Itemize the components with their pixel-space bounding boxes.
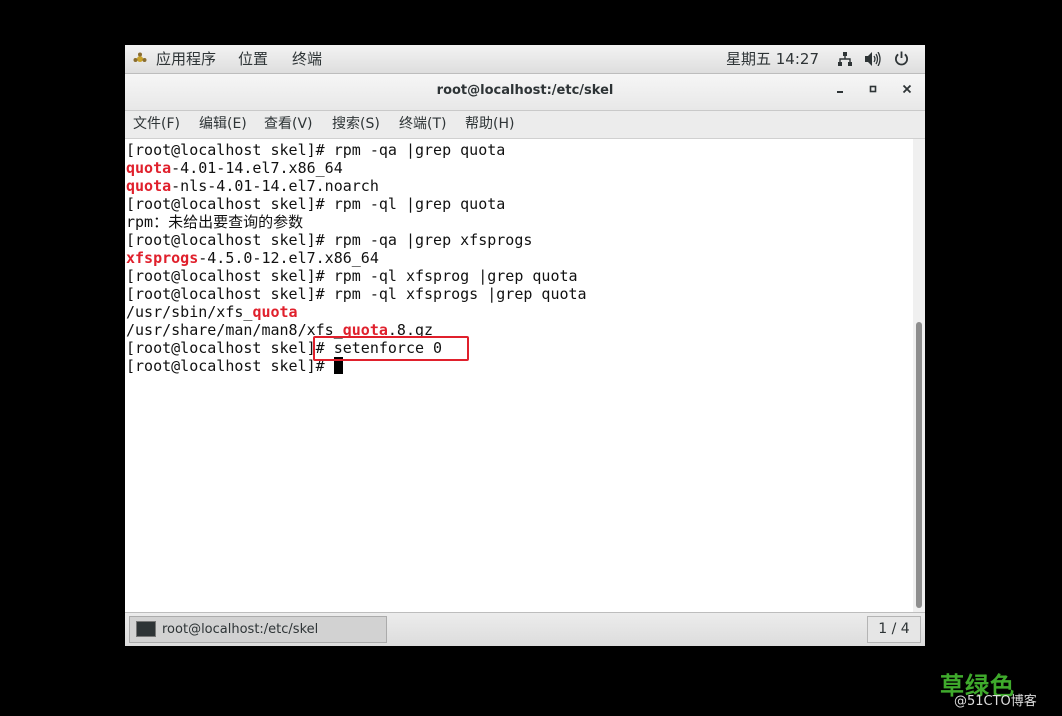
terminal-scrollbar[interactable] [913, 139, 925, 612]
menu-search[interactable]: 搜索(S) [332, 115, 380, 134]
clock[interactable]: 星期五 14:27 [726, 49, 819, 69]
grep-match-text: quota [126, 177, 172, 195]
desktop-screen: 应用程序 位置 终端 星期五 14:27 root@localhost:/etc… [125, 45, 925, 646]
grep-match-text: xfsprogs [126, 249, 199, 267]
top-panel: 应用程序 位置 终端 星期五 14:27 [125, 45, 925, 74]
terminal-line: rpm：未给出要查询的参数 [126, 213, 303, 231]
window-title: root@localhost:/etc/skel [436, 83, 614, 98]
terminal-text: [root@localhost skel]# rpm -ql xfsprog |… [126, 267, 578, 285]
terminal-line: quota-nls-4.01-14.el7.noarch [126, 177, 379, 195]
terminal-text: /usr/sbin/xfs_ [126, 303, 253, 321]
terminal-text: -nls-4.01-14.el7.noarch [171, 177, 379, 195]
terminal-text: -4.5.0-12.el7.x86_64 [198, 249, 379, 267]
close-button[interactable] [896, 80, 918, 102]
terminal-text: [root@localhost skel]# rpm -ql |grep quo… [126, 195, 506, 213]
workspace-switcher[interactable]: 1 / 4 [867, 616, 921, 643]
menu-terminal[interactable]: 终端(T) [399, 115, 446, 134]
terminal-app-menu[interactable]: 终端 [292, 49, 322, 69]
terminal-line: [root@localhost skel]# rpm -ql xfsprogs … [126, 285, 587, 303]
places-menu[interactable]: 位置 [238, 49, 268, 69]
terminal-line: [root@localhost skel]# rpm -qa |grep xfs… [126, 231, 532, 249]
watermark-site: @51CTO博客 [954, 694, 1037, 709]
taskbar-window-button[interactable]: root@localhost:/etc/skel [129, 616, 387, 643]
network-icon[interactable] [838, 52, 852, 66]
terminal-icon [136, 621, 156, 637]
terminal-text: -4.01-14.el7.x86_64 [171, 159, 343, 177]
terminal-line: /usr/sbin/xfs_quota [126, 303, 298, 321]
terminal-output[interactable]: [root@localhost skel]# rpm -qa |grep quo… [125, 139, 913, 612]
applications-menu[interactable]: 应用程序 [156, 49, 216, 69]
terminal-text: rpm：未给出要查询的参数 [126, 213, 304, 231]
grep-match-text: quota [126, 159, 172, 177]
menu-file[interactable]: 文件(F) [133, 115, 180, 134]
terminal-line: [root@localhost skel]# rpm -ql |grep quo… [126, 195, 505, 213]
minimize-button[interactable] [829, 80, 851, 102]
highlight-annotation-box [313, 336, 469, 361]
grep-match-text: quota [252, 303, 298, 321]
terminal-text: /usr/share/man/man8/xfs_ [126, 321, 343, 339]
terminal-text: [root@localhost skel]# rpm -ql xfsprogs … [126, 285, 587, 303]
terminal-line: xfsprogs-4.5.0-12.el7.x86_64 [126, 249, 379, 267]
minimize-icon [837, 91, 843, 93]
terminal-text: [root@localhost skel]# rpm -qa |grep xfs… [126, 231, 533, 249]
window-titlebar[interactable]: root@localhost:/etc/skel [125, 74, 925, 111]
terminal-line: [root@localhost skel]# [126, 357, 343, 375]
scrollbar-thumb[interactable] [916, 322, 922, 608]
menu-help[interactable]: 帮助(H) [465, 115, 514, 134]
apps-menu-icon [133, 52, 147, 62]
menu-edit[interactable]: 编辑(E) [199, 115, 247, 134]
menubar: 文件(F) 编辑(E) 查看(V) 搜索(S) 终端(T) 帮助(H) [125, 111, 925, 139]
terminal-line: quota-4.01-14.el7.x86_64 [126, 159, 343, 177]
terminal-text: [root@localhost skel]# [126, 357, 334, 375]
terminal-text: [root@localhost skel]# rpm -qa |grep quo… [126, 141, 506, 159]
volume-icon[interactable] [865, 52, 882, 66]
menu-view[interactable]: 查看(V) [264, 115, 313, 134]
terminal-line: [root@localhost skel]# rpm -ql xfsprog |… [126, 267, 578, 285]
taskbar-window-label: root@localhost:/etc/skel [162, 622, 319, 637]
terminal-line: [root@localhost skel]# rpm -qa |grep quo… [126, 141, 505, 159]
close-icon [902, 84, 912, 94]
power-icon[interactable] [894, 51, 909, 66]
maximize-button[interactable] [862, 80, 884, 102]
maximize-icon [869, 85, 877, 93]
bottom-taskbar: root@localhost:/etc/skel 1 / 4 [125, 612, 925, 646]
